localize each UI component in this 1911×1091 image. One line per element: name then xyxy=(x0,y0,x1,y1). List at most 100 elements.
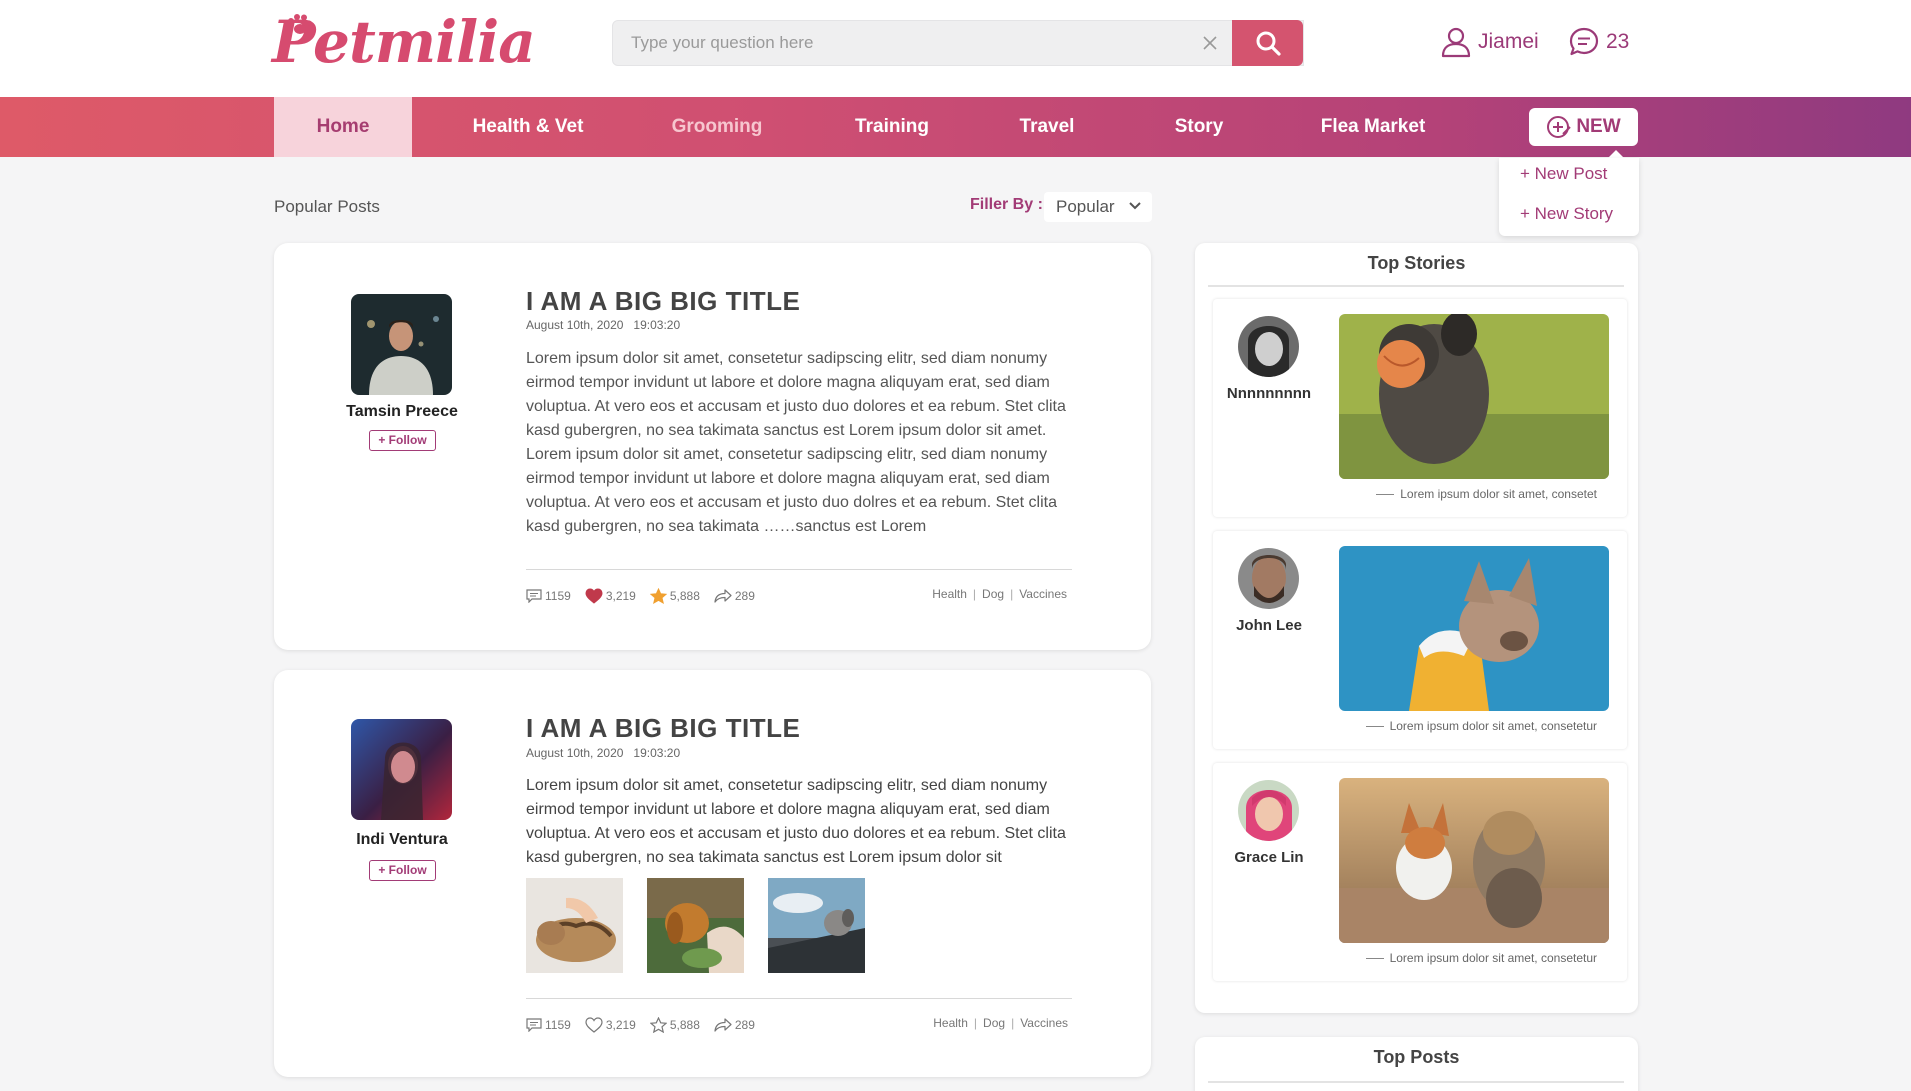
likes-stat[interactable]: 3,219 xyxy=(585,588,636,604)
tag-link[interactable]: Dog xyxy=(983,1016,1005,1030)
author-name[interactable]: Tamsin Preece xyxy=(312,403,492,421)
tag-link[interactable]: Vaccines xyxy=(1019,587,1067,601)
story-author-avatar xyxy=(1238,780,1299,841)
post-date-text: August 10th, 2020 xyxy=(526,746,624,760)
likes-count: 3,219 xyxy=(605,1018,636,1032)
nav-item-health-vet[interactable]: Health & Vet xyxy=(452,97,604,157)
add-circle-icon xyxy=(1547,116,1572,138)
shares-count: 289 xyxy=(734,589,755,603)
comment-icon xyxy=(526,589,542,603)
author-avatar[interactable] xyxy=(351,294,452,395)
story-card[interactable]: Nnnnnnnnn Lorem ipsum dolor sit amet, co… xyxy=(1213,299,1627,517)
user-name: Jiamei xyxy=(1478,30,1539,53)
likes-stat[interactable]: 3,219 xyxy=(585,1017,636,1033)
post-tags: Health | Dog | Vaccines xyxy=(932,587,1067,601)
share-icon xyxy=(714,589,732,603)
search-icon xyxy=(1256,31,1281,56)
story-card[interactable]: John Lee Lorem ipsum dolor sit amet, con… xyxy=(1213,531,1627,749)
new-story-menu-item[interactable]: + New Story xyxy=(1520,204,1613,224)
nav-item-training[interactable]: Training xyxy=(830,97,954,157)
search-button[interactable] xyxy=(1232,20,1303,66)
shares-stat[interactable]: 289 xyxy=(714,1018,755,1032)
comments-count: 1159 xyxy=(545,1018,571,1032)
messages-link[interactable]: 23 xyxy=(1568,24,1629,60)
likes-count: 3,219 xyxy=(605,589,636,603)
author-avatar[interactable] xyxy=(351,719,452,820)
nav-item-story[interactable]: Story xyxy=(1150,97,1248,157)
user-icon xyxy=(1441,27,1471,58)
post-image-dog[interactable] xyxy=(647,878,744,973)
story-caption: Lorem ipsum dolor sit amet, consetetur xyxy=(1365,719,1597,733)
story-author-name: John Lee xyxy=(1236,617,1302,634)
stars-stat[interactable]: 5,888 xyxy=(649,588,700,604)
post-stats: 1159 3,219 5,888 289 xyxy=(526,1017,769,1033)
story-caption: Lorem ipsum dolor sit amet, consetetur xyxy=(1365,951,1597,965)
nav-item-flea-market[interactable]: Flea Market xyxy=(1300,97,1446,157)
tag-separator: | xyxy=(1011,1016,1015,1030)
star-icon xyxy=(649,588,667,604)
post-date: August 10th, 2020 19:03:20 xyxy=(526,746,680,760)
story-image xyxy=(1339,314,1609,479)
heart-icon xyxy=(585,588,603,604)
new-button-label: NEW xyxy=(1576,116,1621,137)
nav-item-grooming[interactable]: Grooming xyxy=(646,97,788,157)
story-caption-text: Lorem ipsum dolor sit amet, consetetur xyxy=(1389,719,1597,733)
shares-stat[interactable]: 289 xyxy=(714,589,755,603)
follow-button[interactable]: + Follow xyxy=(369,860,436,881)
new-dropdown-menu: + New Post + New Story xyxy=(1499,158,1639,236)
shares-count: 289 xyxy=(734,1018,755,1032)
tag-link[interactable]: Health xyxy=(933,1016,968,1030)
post-time-text: 19:03:20 xyxy=(633,318,681,332)
story-author-avatar xyxy=(1238,316,1299,377)
divider xyxy=(1208,1081,1624,1083)
clear-icon[interactable] xyxy=(1199,32,1221,54)
post-title[interactable]: I AM A BIG BIG TITLE xyxy=(526,713,800,744)
post-tags: Health | Dog | Vaccines xyxy=(933,1016,1068,1030)
author-name[interactable]: Indi Ventura xyxy=(312,831,492,849)
story-author-name: Nnnnnnnnn xyxy=(1226,385,1312,402)
heart-outline-icon xyxy=(585,1017,603,1033)
user-profile-link[interactable]: Jiamei xyxy=(1440,24,1539,60)
nav-item-travel[interactable]: Travel xyxy=(998,97,1096,157)
post-body: Lorem ipsum dolor sit amet, consetetur s… xyxy=(526,777,1066,866)
tag-link[interactable]: Health xyxy=(932,587,967,601)
paw-icon xyxy=(288,14,312,34)
story-caption: Lorem ipsum dolor sit amet, consetet xyxy=(1376,487,1597,501)
divider xyxy=(526,998,1072,999)
post-card: Tamsin Preece + Follow I AM A BIG BIG TI… xyxy=(274,243,1151,650)
story-author-name: Grace Lin xyxy=(1234,849,1304,866)
stars-count: 5,888 xyxy=(669,1018,700,1032)
share-icon xyxy=(714,1018,732,1032)
chevron-down-icon xyxy=(1129,202,1141,210)
nav-item-home[interactable]: Home xyxy=(274,97,412,157)
story-image xyxy=(1339,546,1609,711)
tag-link[interactable]: Vaccines xyxy=(1020,1016,1068,1030)
top-posts-title: Top Posts xyxy=(1373,1047,1460,1067)
page-section-title: Popular Posts xyxy=(274,197,380,216)
new-post-menu-item[interactable]: + New Post xyxy=(1520,164,1607,184)
search-bar xyxy=(612,20,1304,66)
story-image xyxy=(1339,778,1609,943)
post-stats: 1159 3,219 5,888 289 xyxy=(526,588,769,604)
story-author-avatar xyxy=(1238,548,1299,609)
post-image-cat[interactable] xyxy=(526,878,623,973)
follow-button[interactable]: + Follow xyxy=(369,430,436,451)
post-date-text: August 10th, 2020 xyxy=(526,318,624,332)
post-title[interactable]: I AM A BIG BIG TITLE xyxy=(526,286,800,317)
chat-icon xyxy=(1569,27,1599,56)
tag-separator: | xyxy=(1010,587,1014,601)
comments-stat[interactable]: 1159 xyxy=(526,589,571,603)
comment-icon xyxy=(526,1018,542,1032)
comments-stat[interactable]: 1159 xyxy=(526,1018,571,1032)
tag-link[interactable]: Dog xyxy=(982,587,1004,601)
story-card[interactable]: Grace Lin Lorem ipsum dolor sit amet, co… xyxy=(1213,763,1627,981)
post-image-car-dog[interactable] xyxy=(768,878,865,973)
filter-select[interactable]: Popular xyxy=(1044,192,1152,222)
search-input[interactable] xyxy=(631,21,1191,65)
post-body: Lorem ipsum dolor sit amet, consetetur s… xyxy=(526,350,1066,535)
top-header: Petmilia Jiamei 23 xyxy=(0,0,1911,97)
post-time-text: 19:03:20 xyxy=(633,746,681,760)
new-button[interactable]: NEW xyxy=(1529,108,1638,146)
post-card: Indi Ventura + Follow I AM A BIG BIG TIT… xyxy=(274,670,1151,1077)
stars-stat[interactable]: 5,888 xyxy=(649,1017,700,1033)
